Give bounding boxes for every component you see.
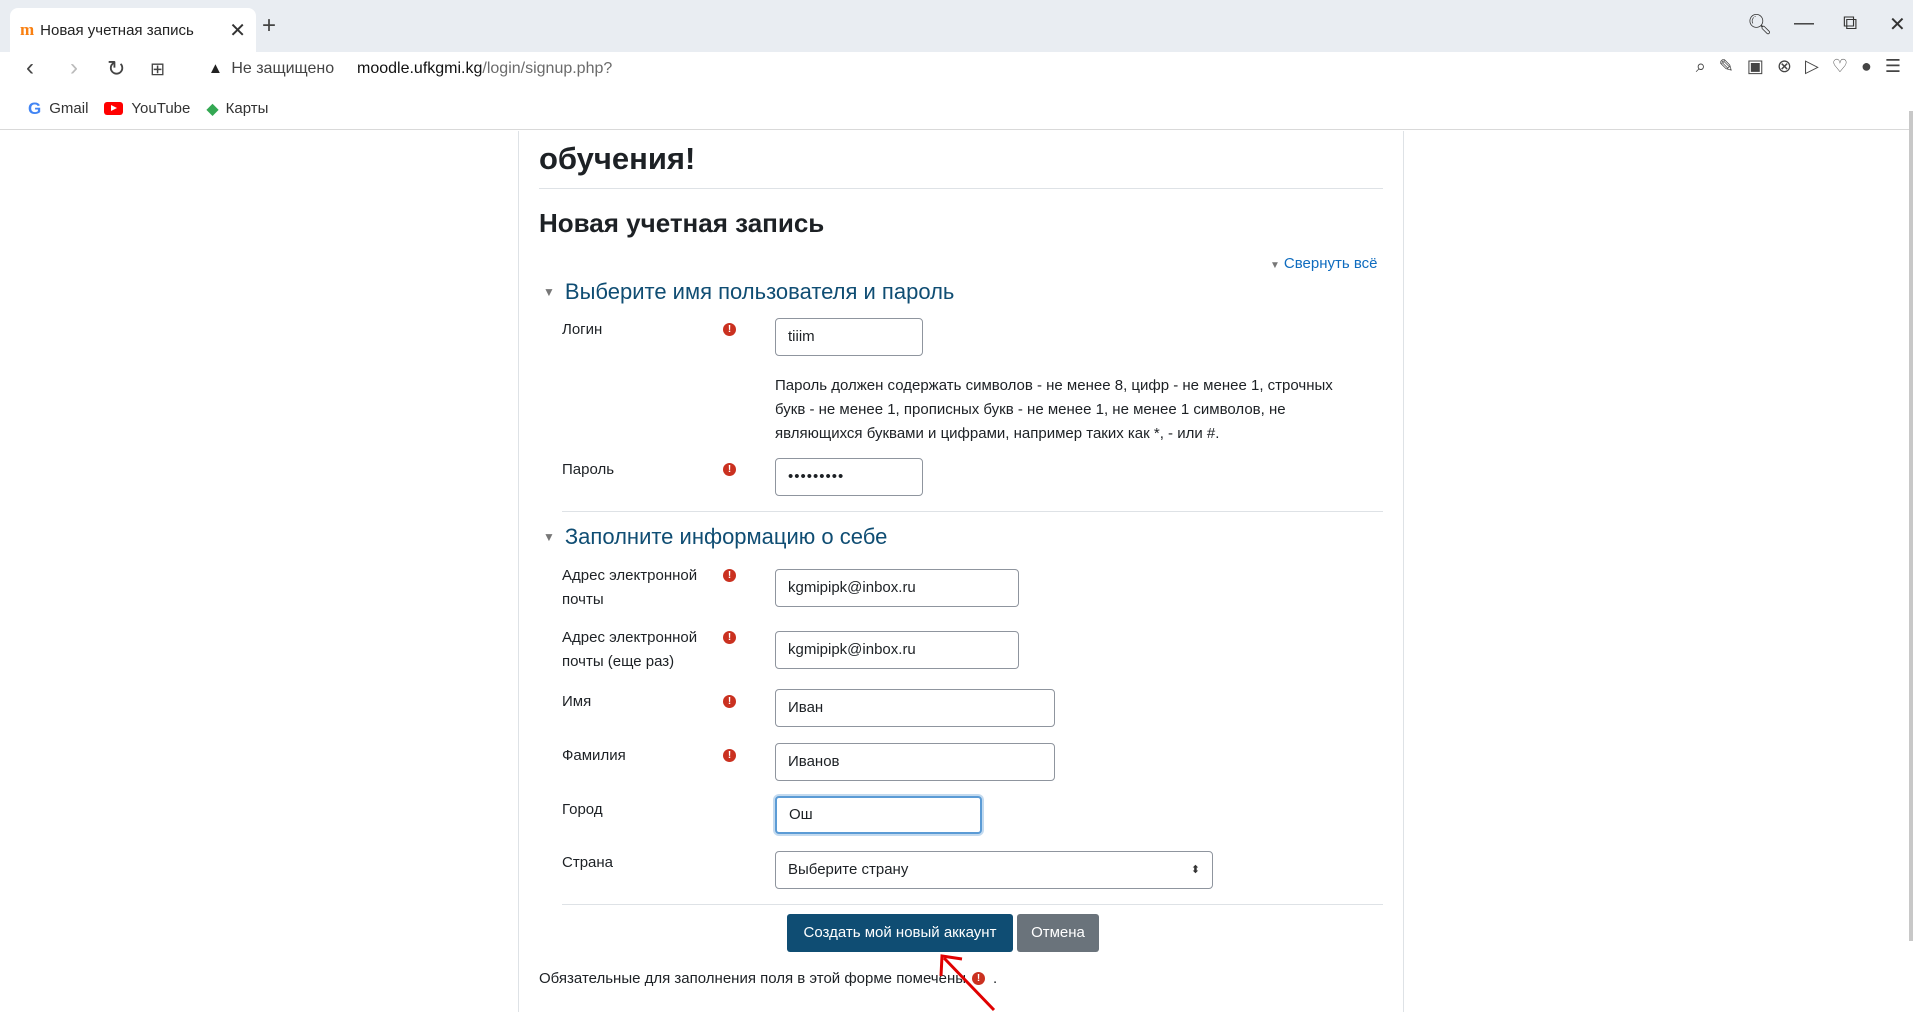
camera-icon[interactable]: ▣ (1747, 56, 1764, 77)
back-icon[interactable]: ‹ (26, 54, 34, 82)
password-policy-help: Пароль должен содержать символов - не ме… (775, 377, 1333, 442)
required-icon: ! (723, 463, 736, 476)
google-icon: G (28, 98, 42, 118)
section-username-password[interactable]: ▼ Выберите имя пользователя и пароль (543, 279, 954, 305)
password-input[interactable]: ••••••••• (775, 458, 923, 496)
heart-icon[interactable]: ♡ (1832, 56, 1848, 77)
youtube-icon (104, 102, 124, 115)
url-path: /login/signup.php? (482, 60, 613, 77)
url-host: moodle.ufkgmi.kg (357, 60, 483, 77)
url-field[interactable]: moodle.ufkgmi.kg/login/signup.php? (357, 60, 612, 78)
lastname-label: Фамилия (562, 747, 626, 764)
triangle-down-icon: ▼ (1270, 260, 1280, 271)
divider (562, 511, 1383, 512)
address-bar: ‹ › ↻ ⊞ ▲ Не защищено moodle.ufkgmi.kg/l… (0, 52, 1913, 88)
reload-icon[interactable]: ↻ (107, 56, 125, 82)
minimize-icon[interactable]: — (1794, 12, 1814, 35)
required-icon: ! (723, 631, 736, 644)
new-tab-button[interactable]: + (262, 12, 276, 40)
scrollbar[interactable] (1909, 111, 1913, 941)
password-label: Пароль (562, 461, 615, 478)
browser-tab[interactable]: m Новая учетная запись ✕ (10, 8, 256, 52)
page-heading-fragment: обучения! (539, 141, 696, 176)
close-tab-icon[interactable]: ✕ (229, 18, 246, 43)
bookmark-maps[interactable]: ◆ Карты (206, 99, 268, 119)
bookmarks-bar: G Gmail YouTube ◆ Карты (0, 88, 1913, 130)
annotation-arrow-icon (939, 954, 996, 1012)
required-icon: ! (723, 695, 736, 708)
email-label: Адрес электронной почты (562, 567, 698, 608)
city-input[interactable]: Ош (775, 796, 982, 834)
city-label: Город (562, 801, 603, 818)
block-icon[interactable]: ⊗ (1777, 56, 1792, 77)
required-fields-note: Обязательные для заполнения поля в этой … (539, 970, 998, 987)
select-caret-icon: ⬍ (1190, 864, 1200, 876)
edit-icon[interactable]: ✎ (1719, 56, 1734, 77)
bookmark-youtube[interactable]: YouTube (104, 100, 190, 117)
warning-icon: ▲ (208, 60, 223, 77)
send-icon[interactable]: ▷ (1805, 56, 1819, 77)
tab-title: Новая учетная запись (40, 21, 194, 39)
settings-icon[interactable]: ☰ (1885, 56, 1901, 77)
security-label: Не защищено (231, 60, 335, 77)
email-confirm-input[interactable]: kgmipipk@inbox.ru (775, 631, 1019, 669)
collapse-all-link[interactable]: ▼ Свернуть всё (1270, 255, 1378, 272)
apps-grid-icon[interactable]: ⊞ (150, 59, 165, 80)
search-tabs-icon[interactable]: 🔍︎ (1747, 12, 1772, 37)
triangle-down-icon: ▼ (543, 285, 555, 299)
email-confirm-label: Адрес электронной почты (еще раз) (562, 629, 698, 670)
section-about-yourself[interactable]: ▼ Заполните информацию о себе (543, 524, 887, 550)
login-input[interactable]: tiiim (775, 318, 923, 356)
required-icon: ! (723, 323, 736, 336)
bookmark-gmail[interactable]: G Gmail (28, 99, 88, 119)
country-select[interactable]: Выберите страну ⬍ (775, 851, 1213, 889)
divider (539, 188, 1383, 189)
close-window-icon[interactable]: ✕ (1889, 12, 1906, 37)
profile-avatar-icon[interactable]: ● (1861, 56, 1872, 77)
security-indicator[interactable]: ▲ Не защищено (208, 60, 334, 78)
create-account-button[interactable]: Создать мой новый аккаунт (787, 914, 1013, 952)
required-icon: ! (723, 749, 736, 762)
forward-icon[interactable]: › (70, 54, 78, 82)
country-label: Страна (562, 854, 614, 871)
required-icon: ! (723, 569, 736, 582)
cancel-button[interactable]: Отмена (1017, 914, 1099, 952)
maps-pin-icon: ◆ (206, 100, 219, 118)
firstname-label: Имя (562, 693, 592, 710)
browser-titlebar: m Новая учетная запись ✕ + 🔍︎ — ⧉ ✕ (0, 0, 1913, 52)
page-title: Новая учетная запись (539, 208, 825, 238)
lastname-input[interactable]: Иванов (775, 743, 1055, 781)
restore-icon[interactable]: ⧉ (1843, 12, 1857, 35)
login-label: Логин (562, 321, 603, 338)
email-input[interactable]: kgmipipk@inbox.ru (775, 569, 1019, 607)
zoom-icon[interactable]: ⌕ (1696, 56, 1706, 77)
firstname-input[interactable]: Иван (775, 689, 1055, 727)
moodle-favicon-icon: m (20, 20, 35, 39)
triangle-down-icon: ▼ (543, 530, 555, 544)
toolbar-icons: ⌕ ✎ ▣ ⊗ ▷ ♡ ● ☰ (1696, 56, 1901, 77)
divider (562, 904, 1383, 905)
